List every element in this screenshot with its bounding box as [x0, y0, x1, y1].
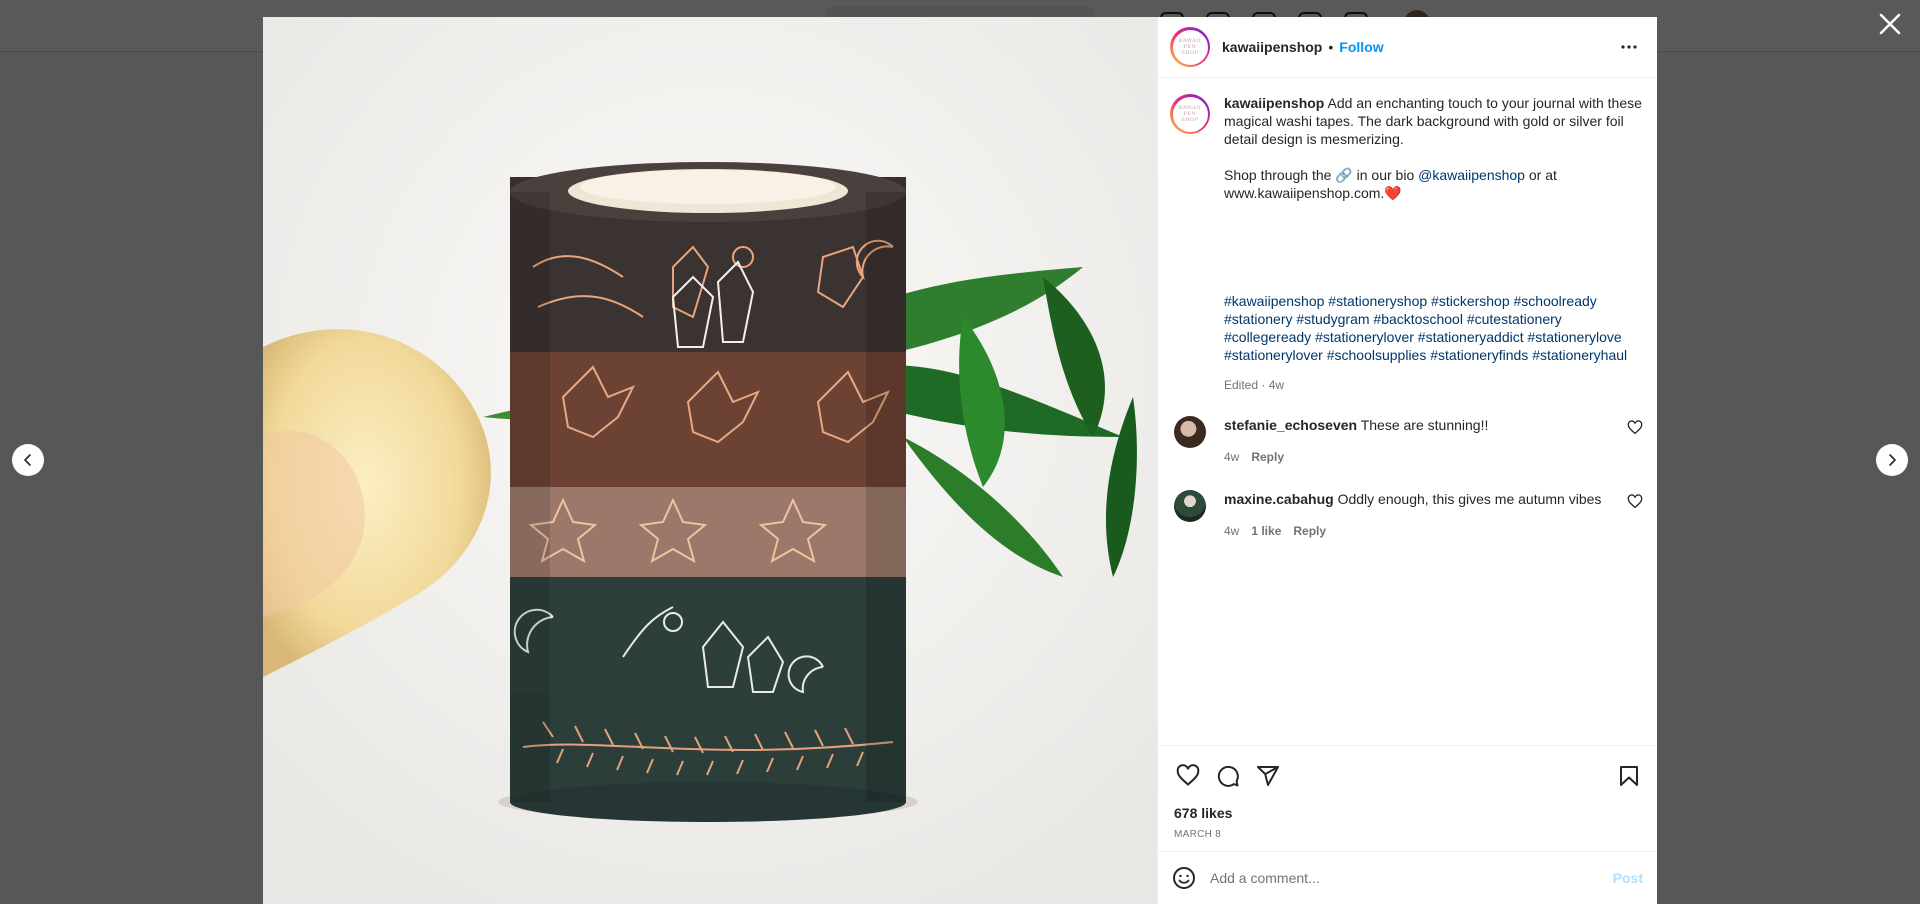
comment-avatar[interactable] — [1174, 416, 1206, 448]
likes-count[interactable]: 678 likes — [1158, 805, 1657, 827]
comment-item: maxine.cabahug Oddly enough, this gives … — [1170, 490, 1645, 540]
heart-icon[interactable] — [1627, 420, 1643, 436]
comment-body: maxine.cabahug Oddly enough, this gives … — [1224, 490, 1624, 540]
heart-icon[interactable] — [1627, 494, 1643, 510]
comment-username[interactable]: stefanie_echoseven — [1224, 417, 1357, 433]
comment-text: Oddly enough, this gives me autumn vibes — [1337, 491, 1602, 507]
comment-avatar[interactable] — [1174, 490, 1206, 522]
comment-icon — [1217, 765, 1239, 787]
add-comment-form: Post — [1158, 851, 1657, 904]
post-date[interactable]: MARCH 8 — [1158, 827, 1657, 851]
caption-mention-link[interactable]: @kawaiipenshop — [1418, 167, 1525, 183]
comment-reply-button[interactable]: Reply — [1251, 448, 1284, 466]
close-icon — [1879, 13, 1901, 35]
hashtag-link[interactable]: #backtoschool — [1373, 311, 1463, 327]
close-button[interactable] — [1874, 8, 1906, 40]
chevron-left-icon — [24, 454, 31, 466]
post-actions-bar — [1158, 745, 1657, 805]
next-post-button[interactable] — [1876, 444, 1908, 476]
caption-hashtags: #kawaiipenshop #stationeryshop #stickers… — [1224, 292, 1644, 364]
hashtag-link[interactable]: #stationerylover — [1315, 329, 1414, 345]
hashtag-link[interactable]: #stationeryshop — [1328, 293, 1427, 309]
comment-text: These are stunning!! — [1360, 417, 1489, 433]
hashtag-link[interactable]: #stationerylove — [1528, 329, 1622, 345]
avatar-logo-text: KAWAII PEN SHOP — [1172, 96, 1208, 132]
heart-icon — [1176, 763, 1200, 786]
hashtag-link[interactable]: #schoolready — [1514, 293, 1597, 309]
post-modal: KAWAII PEN SHOP kawaiipenshop • Follow K… — [263, 17, 1657, 904]
hashtag-link[interactable]: #stationeryhaul — [1532, 347, 1627, 363]
hashtag-link[interactable]: #schoolsupplies — [1327, 347, 1427, 363]
caption-username[interactable]: kawaiipenshop — [1224, 95, 1324, 111]
caption-body: kawaiipenshop Add an enchanting touch to… — [1224, 94, 1644, 394]
bookmark-icon — [1620, 765, 1638, 786]
comment-line: stefanie_echoseven These are stunning!! — [1224, 416, 1624, 434]
share-icon — [1257, 765, 1279, 786]
previous-post-button[interactable] — [12, 444, 44, 476]
comment-likes-count[interactable]: 1 like — [1251, 522, 1281, 540]
post-image — [263, 17, 1157, 904]
comment-line: maxine.cabahug Oddly enough, this gives … — [1224, 490, 1624, 508]
emoji-icon[interactable] — [1172, 866, 1196, 890]
save-button[interactable] — [1613, 760, 1645, 792]
avatar-logo-text: KAWAII PEN SHOP — [1172, 29, 1208, 65]
header-separator-dot: • — [1328, 39, 1334, 55]
post-header: KAWAII PEN SHOP kawaiipenshop • Follow — [1158, 17, 1657, 78]
hashtag-link[interactable]: #stationery — [1224, 311, 1292, 327]
comment-body: stefanie_echoseven These are stunning!! … — [1224, 416, 1624, 466]
comment-time: 4w — [1224, 450, 1240, 464]
caption-author-avatar[interactable]: KAWAII PEN SHOP — [1170, 94, 1210, 134]
caption-paragraph-2: Shop through the 🔗 in our bio @kawaiipen… — [1224, 166, 1644, 202]
hashtag-link[interactable]: #collegeready — [1224, 329, 1311, 345]
comment-time: 4w — [1224, 524, 1240, 538]
like-button[interactable] — [1172, 760, 1204, 792]
post-author-username[interactable]: kawaiipenshop — [1222, 39, 1322, 55]
comment-meta: 4w Reply — [1224, 448, 1624, 466]
hashtag-link[interactable]: #stickershop — [1431, 293, 1510, 309]
hashtag-link[interactable]: #cutestationery — [1467, 311, 1562, 327]
post-caption: KAWAII PEN SHOP kawaiipenshop Add an enc… — [1170, 94, 1645, 394]
comment-meta: 4w 1 like Reply — [1224, 522, 1624, 540]
share-button[interactable] — [1252, 760, 1284, 792]
hashtag-link[interactable]: #stationeryfinds — [1430, 347, 1528, 363]
comment-reply-button[interactable]: Reply — [1293, 522, 1326, 540]
post-sidebar: KAWAII PEN SHOP kawaiipenshop • Follow K… — [1157, 17, 1657, 904]
add-comment-input[interactable] — [1210, 870, 1613, 886]
washi-tape-photo — [263, 17, 1157, 904]
comment-button[interactable] — [1212, 760, 1244, 792]
caption-meta: Edited · 4w — [1224, 378, 1285, 392]
hashtag-link[interactable]: #studygram — [1296, 311, 1369, 327]
comment-item: stefanie_echoseven These are stunning!! … — [1170, 416, 1645, 466]
more-options-button[interactable] — [1613, 31, 1645, 63]
more-horizontal-icon — [1621, 45, 1637, 49]
caption-paragraph-1: kawaiipenshop Add an enchanting touch to… — [1224, 94, 1644, 148]
post-author-avatar[interactable]: KAWAII PEN SHOP — [1170, 27, 1210, 67]
follow-button[interactable]: Follow — [1339, 39, 1383, 55]
comment-username[interactable]: maxine.cabahug — [1224, 491, 1334, 507]
hashtag-link[interactable]: #stationeryaddict — [1418, 329, 1524, 345]
comments-section[interactable]: KAWAII PEN SHOP kawaiipenshop Add an enc… — [1158, 78, 1657, 745]
hashtag-link[interactable]: #stationerylover — [1224, 347, 1323, 363]
chevron-right-icon — [1889, 454, 1896, 466]
post-comment-button[interactable]: Post — [1613, 870, 1643, 886]
caption-shop-text: Shop through the 🔗 in our bio — [1224, 167, 1415, 183]
hashtag-link[interactable]: #kawaiipenshop — [1224, 293, 1324, 309]
